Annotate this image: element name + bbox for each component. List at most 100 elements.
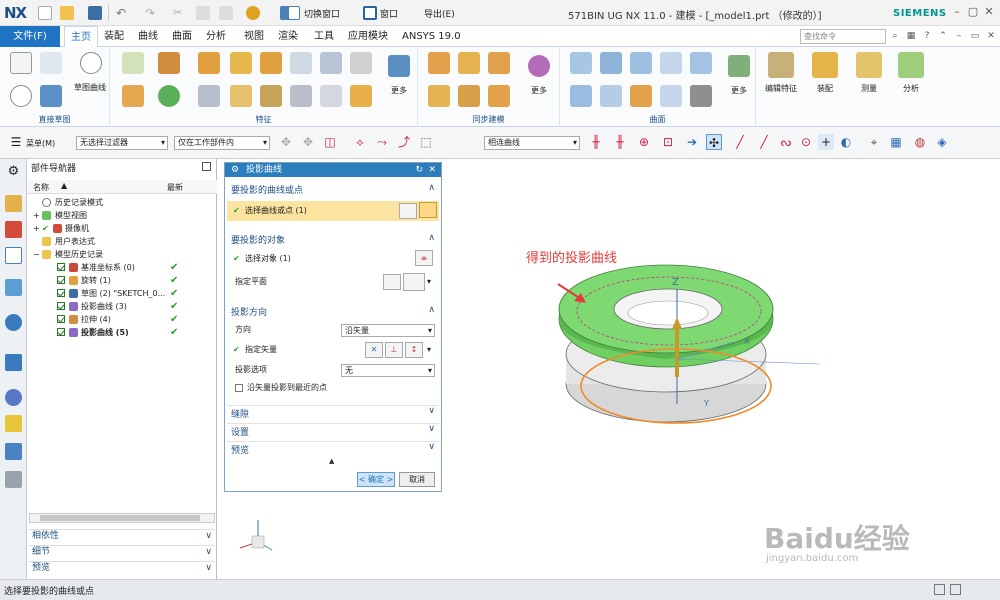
column-latest[interactable]: 最新: [167, 182, 183, 193]
tree-row-sketch[interactable]: 草图 (2) "SKETCH_0... ✔: [27, 287, 215, 300]
panel-preview[interactable]: 预览 ∨: [29, 561, 215, 574]
analysis-label[interactable]: 分析: [892, 83, 930, 94]
pull-face-icon[interactable]: [458, 52, 480, 74]
scope-dropdown[interactable]: 仅在工作部件内: [174, 136, 270, 150]
feature-more-label[interactable]: 更多: [382, 85, 416, 96]
surface-more-label[interactable]: 更多: [722, 85, 756, 96]
section-gaps[interactable]: 缝隙 ∨: [227, 405, 439, 420]
process-studio-icon[interactable]: [5, 415, 22, 432]
help-icon[interactable]: ?: [922, 31, 932, 41]
plane-dialog-button[interactable]: [383, 274, 401, 290]
sew-icon[interactable]: [630, 85, 652, 107]
feature-more-icon[interactable]: [388, 55, 410, 77]
file-tab[interactable]: 文件(F): [0, 26, 60, 47]
offset-region-icon[interactable]: [488, 52, 510, 74]
checkbox[interactable]: [57, 276, 65, 284]
tab-view[interactable]: 视图: [238, 26, 270, 47]
undo-icon[interactable]: ↶: [116, 6, 130, 20]
tab-applications[interactable]: 应用模块: [342, 26, 394, 47]
collapse-more-icon[interactable]: ▲: [329, 457, 334, 465]
snap-line-icon[interactable]: ╱: [732, 134, 748, 150]
patch-icon[interactable]: [660, 85, 682, 107]
circle-icon[interactable]: [10, 85, 32, 107]
curve-rule-dropdown[interactable]: 相连曲线: [484, 136, 580, 150]
tab-ansys[interactable]: ANSYS 19.0: [396, 26, 467, 47]
maximize-icon[interactable]: ▢: [966, 5, 980, 19]
chamfer-icon[interactable]: [230, 85, 252, 107]
object-selector-button[interactable]: ⌖: [415, 250, 433, 266]
collapse-icon[interactable]: −: [33, 248, 40, 261]
nearest-point-checkbox[interactable]: [235, 384, 243, 392]
repeat-command-icon[interactable]: [246, 6, 260, 20]
column-name[interactable]: 名称: [33, 182, 49, 193]
panel-dependencies[interactable]: 相依性 ∨: [29, 529, 215, 542]
status-icon-1[interactable]: [934, 584, 945, 595]
snap-center-icon[interactable]: ⊕: [636, 134, 652, 150]
save-icon[interactable]: [88, 6, 102, 20]
tab-assembly[interactable]: 装配: [98, 26, 130, 47]
window-min-icon[interactable]: –: [954, 31, 964, 41]
edit-feature-label[interactable]: 编辑特征: [758, 83, 804, 94]
sync-more-icon[interactable]: [528, 55, 550, 77]
snap-arrow-icon[interactable]: ➔: [684, 134, 700, 150]
model-canvas[interactable]: [444, 159, 1000, 579]
snap-point-icon[interactable]: ◫: [322, 134, 338, 150]
snap-curve-icon[interactable]: ᔓ: [778, 134, 794, 150]
sort-up-icon[interactable]: ▲: [61, 181, 67, 190]
window-restore-icon[interactable]: ▭: [970, 31, 980, 41]
move-face-icon[interactable]: [428, 52, 450, 74]
settings-gear-icon[interactable]: ⚙: [5, 163, 22, 180]
snap-mid-icon[interactable]: ╫: [612, 134, 628, 150]
export-menu[interactable]: 导出(E): [424, 7, 455, 20]
revolve-icon[interactable]: [198, 52, 220, 74]
cut-icon[interactable]: ✂: [173, 6, 187, 20]
tree-row-model-views[interactable]: + 模型视图: [27, 209, 215, 222]
pattern-icon[interactable]: [320, 52, 342, 74]
tree-row-user-expressions[interactable]: 用户表达式: [27, 235, 215, 248]
close-icon[interactable]: ✕: [982, 5, 996, 19]
section-settings[interactable]: 设置 ∨: [227, 423, 439, 438]
tab-analysis[interactable]: 分析: [200, 26, 232, 47]
search-icon[interactable]: ⌕: [890, 31, 900, 41]
clock-icon[interactable]: [5, 389, 22, 406]
shell-icon[interactable]: [350, 52, 372, 74]
menu-icon[interactable]: ☰: [8, 134, 24, 150]
snap-intersection-icon[interactable]: ✣: [706, 134, 722, 150]
redo-icon[interactable]: ↷: [145, 6, 159, 20]
edit-feature-icon[interactable]: [768, 52, 794, 78]
emboss-icon[interactable]: [350, 85, 372, 107]
tab-render[interactable]: 渲染: [272, 26, 304, 47]
edge-blend-icon[interactable]: [198, 85, 220, 107]
command-search-input[interactable]: 查找命令: [800, 29, 886, 44]
roles-icon[interactable]: [5, 443, 22, 460]
extrude-icon[interactable]: [158, 52, 180, 74]
tree-row-model-history[interactable]: − 模型历史记录: [27, 248, 215, 261]
trim-sheet-icon[interactable]: [600, 85, 622, 107]
block-icon[interactable]: [230, 52, 252, 74]
reset-icon[interactable]: ↻: [415, 163, 423, 177]
datum-plane-icon[interactable]: [122, 52, 144, 74]
sketch-curve-icon[interactable]: [80, 52, 102, 74]
grid-icon[interactable]: ▦: [906, 31, 916, 41]
stop-at-intersection-icon[interactable]: ⤳: [374, 134, 390, 150]
open-folder-icon[interactable]: [60, 6, 74, 20]
graphics-viewport[interactable]: 得到的投影曲线 Z Y X Baidu经验 jingyan.baidu.com: [444, 159, 1000, 579]
tree-row-datum-csys[interactable]: 基准坐标系 (0) ✔: [27, 261, 215, 274]
delete-face-icon[interactable]: [458, 85, 480, 107]
web-browser-icon[interactable]: [5, 314, 22, 331]
chevron-down-icon[interactable]: ▾: [427, 343, 431, 357]
checkbox[interactable]: [57, 289, 65, 297]
checkbox[interactable]: [57, 263, 65, 271]
offset-surface-icon[interactable]: [570, 85, 592, 107]
vector-dialog-button[interactable]: ⊥: [385, 342, 403, 358]
section-curves-or-points[interactable]: 要投影的曲线或点 ∧: [227, 183, 439, 196]
system-materials-icon[interactable]: [5, 471, 22, 488]
layer-icon[interactable]: ◈: [934, 134, 950, 150]
ok-button[interactable]: < 确定 >: [357, 472, 395, 487]
unite-icon[interactable]: [290, 52, 312, 74]
tree-row-history-mode[interactable]: 历史记录模式: [27, 196, 215, 209]
chevron-down-icon[interactable]: ▾: [427, 275, 431, 289]
analysis-icon[interactable]: [898, 52, 924, 78]
thicken-icon[interactable]: [690, 85, 712, 107]
finish-sketch-icon[interactable]: [40, 85, 62, 107]
